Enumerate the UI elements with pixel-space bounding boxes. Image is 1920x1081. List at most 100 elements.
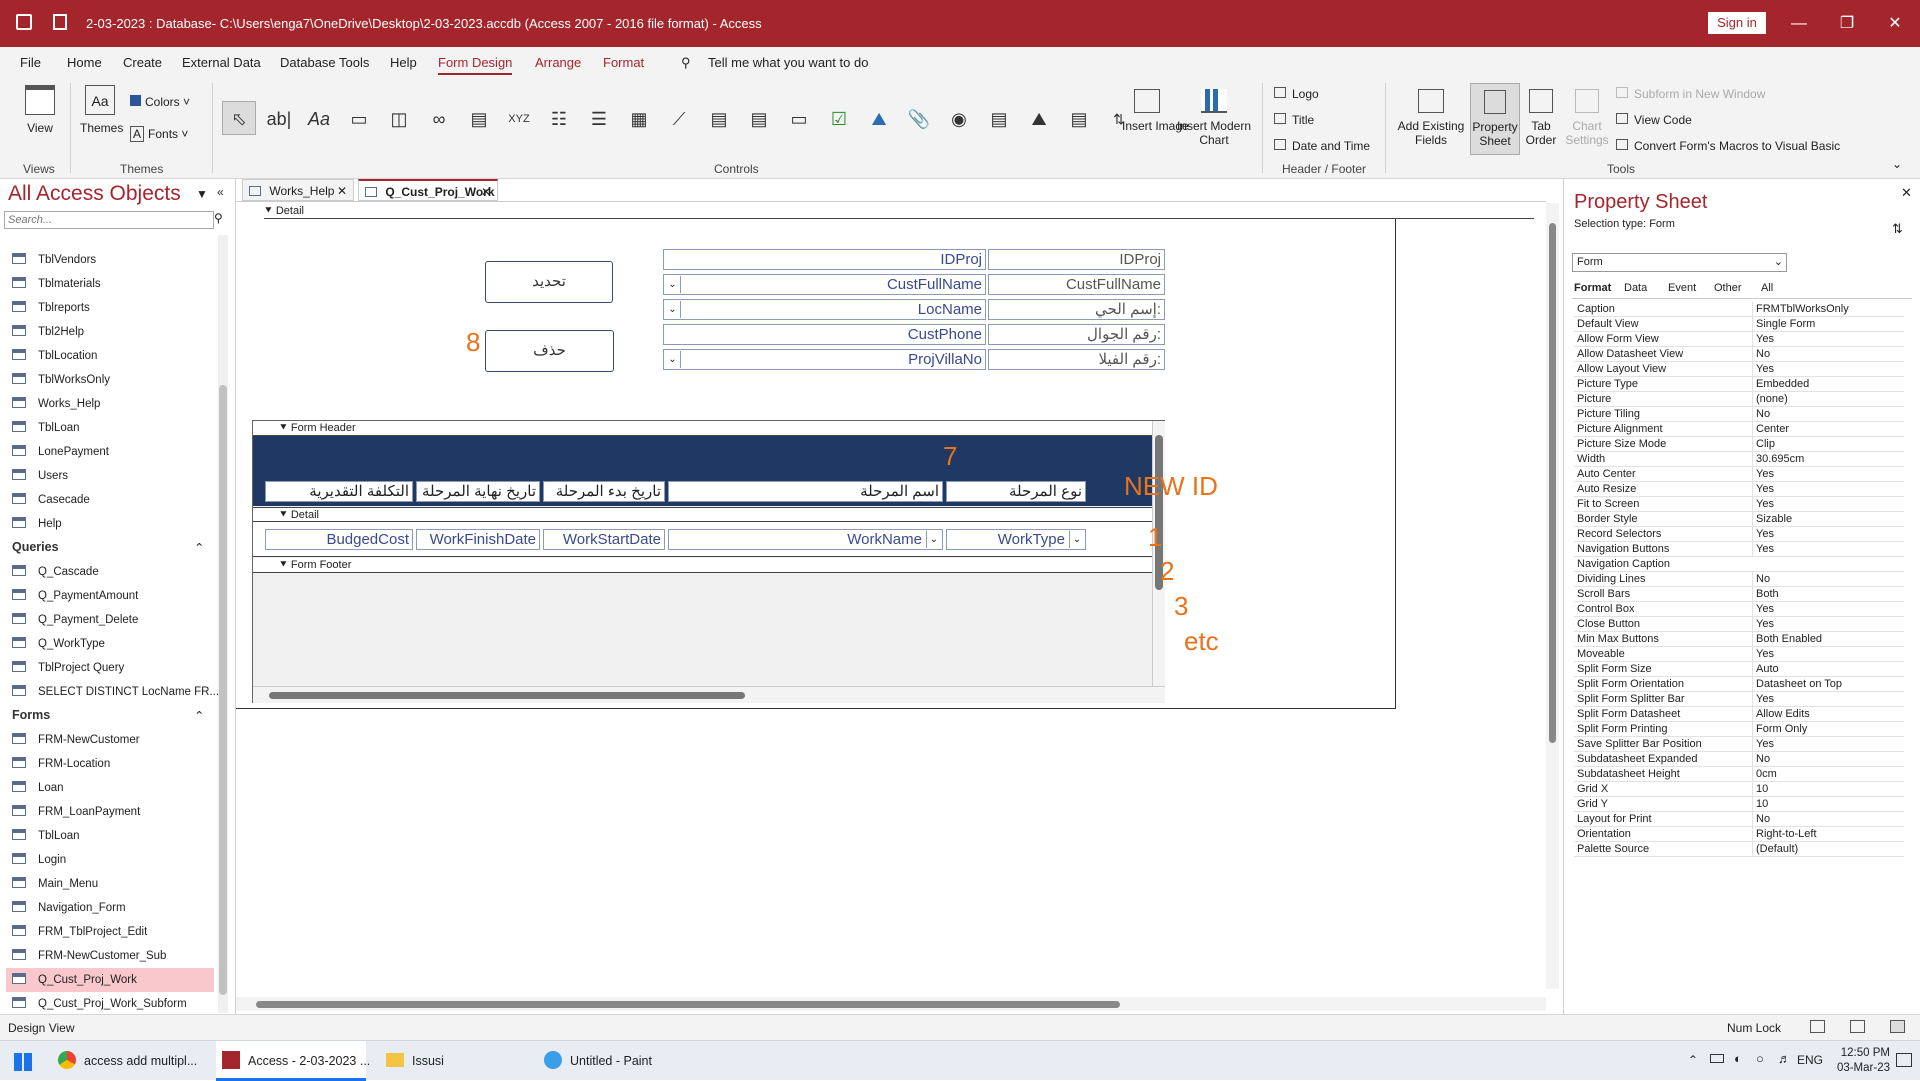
projvillano-label[interactable]: رقم الفيلا:: [988, 349, 1165, 370]
shutter-bar-icon[interactable]: «: [217, 185, 224, 199]
battery-icon[interactable]: [1710, 1054, 1724, 1063]
nav-table-item[interactable]: TblLoan: [12, 416, 212, 440]
combo-dropdown-icon[interactable]: ⌄: [665, 351, 681, 368]
property-value[interactable]: No: [1752, 752, 1902, 767]
sub-detail-bar[interactable]: ⯆ Detail: [253, 507, 1152, 522]
property-row[interactable]: Picture Tiling No: [1574, 407, 1904, 422]
nav-pane-title[interactable]: All Access Objects: [8, 182, 181, 206]
globe-icon[interactable]: ○: [1756, 1051, 1764, 1066]
worktype-field[interactable]: WorkType: [946, 529, 1086, 550]
nav-form-item[interactable]: Login: [12, 848, 212, 872]
unbound-object-icon[interactable]: ▤: [1062, 101, 1096, 135]
custfullname-field[interactable]: CustFullName: [663, 274, 986, 295]
menu-form-design[interactable]: Form Design: [438, 55, 513, 75]
locname-field[interactable]: LocName: [663, 299, 986, 320]
property-value[interactable]: Yes: [1752, 527, 1902, 542]
maximize-button[interactable]: ❐: [1824, 10, 1870, 38]
chart-control-icon[interactable]: ⛰: [1022, 101, 1056, 135]
search-icon[interactable]: ⚲: [214, 211, 223, 225]
phase-type-header[interactable]: نوع المرحلة: [946, 481, 1086, 502]
hyperlink-control-icon[interactable]: ∞: [422, 101, 456, 135]
workstartdate-field[interactable]: WorkStartDate: [543, 529, 665, 550]
select-pointer-icon[interactable]: ⬁: [222, 101, 256, 135]
tab-other[interactable]: Other: [1714, 282, 1742, 294]
property-row[interactable]: Split Form Printing Form Only: [1574, 722, 1904, 737]
tab-works-help[interactable]: Works_Help ✕: [242, 179, 354, 201]
nav-search-input[interactable]: [4, 211, 214, 229]
budgedcost-field[interactable]: BudgedCost: [265, 529, 413, 550]
property-value[interactable]: No: [1752, 347, 1902, 362]
property-row[interactable]: Record Selectors Yes: [1574, 527, 1904, 542]
projvillano-field[interactable]: ProjVillaNo: [663, 349, 986, 370]
property-value[interactable]: Sizable: [1752, 512, 1902, 527]
property-row[interactable]: Control Box Yes: [1574, 602, 1904, 617]
themes-button[interactable]: Aa Themes: [80, 85, 123, 135]
property-row[interactable]: Split Form Orientation Datasheet on Top: [1574, 677, 1904, 692]
estimated-cost-header[interactable]: التكلفة التقديرية: [265, 481, 413, 502]
nav-form-item[interactable]: TblLoan: [12, 824, 212, 848]
nav-form-item[interactable]: Q_Cust_Proj_Work_Subform: [12, 992, 212, 1016]
layout-view-icon[interactable]: [1850, 1020, 1865, 1033]
navigation-control-icon[interactable]: XYZ: [502, 101, 536, 135]
property-row[interactable]: Orientation Right-to-Left: [1574, 827, 1904, 842]
menu-create[interactable]: Create: [123, 55, 162, 70]
tab-event[interactable]: Event: [1668, 282, 1696, 294]
collapse-section-icon[interactable]: ⌃: [194, 708, 204, 723]
doc-vscrollbar[interactable]: [1546, 203, 1559, 989]
property-row[interactable]: Allow Layout View Yes: [1574, 362, 1904, 377]
menu-arrange[interactable]: Arrange: [535, 55, 581, 70]
property-row[interactable]: Picture Alignment Center: [1574, 422, 1904, 437]
taskbar-access[interactable]: Access - 2-03-2023 ...: [216, 1041, 370, 1081]
property-row[interactable]: Picture (none): [1574, 392, 1904, 407]
property-row[interactable]: Auto Resize Yes: [1574, 482, 1904, 497]
property-row[interactable]: Moveable Yes: [1574, 647, 1904, 662]
combo-dropdown-icon[interactable]: ⌄: [1069, 531, 1084, 548]
property-row[interactable]: Palette Source (Default): [1574, 842, 1904, 857]
property-row[interactable]: Caption FRMTblWorksOnly: [1574, 302, 1904, 317]
selector-dropdown[interactable]: Form ⌄: [1572, 253, 1787, 272]
subform-hscrollbar[interactable]: [253, 686, 1165, 703]
property-value[interactable]: FRMTblWorksOnly: [1752, 302, 1902, 317]
doc-vscroll-thumb[interactable]: [1549, 223, 1556, 743]
textbox-control-icon[interactable]: ab|: [262, 101, 296, 135]
nav-table-item[interactable]: LonePayment: [12, 440, 212, 464]
property-value[interactable]: Yes: [1752, 617, 1902, 632]
view-button[interactable]: View: [22, 85, 58, 135]
property-row[interactable]: Allow Form View Yes: [1574, 332, 1904, 347]
property-row[interactable]: Dividing Lines No: [1574, 572, 1904, 587]
property-value[interactable]: (Default): [1752, 842, 1902, 857]
property-value[interactable]: 0cm: [1752, 767, 1902, 782]
phase-end-header[interactable]: تاريخ نهاية المرحلة: [416, 481, 540, 502]
nav-form-item[interactable]: Main_Menu: [12, 872, 212, 896]
nav-table-item[interactable]: TblVendors: [12, 248, 212, 272]
page-break-icon[interactable]: ☰: [582, 101, 616, 135]
property-row[interactable]: Split Form Datasheet Allow Edits: [1574, 707, 1904, 722]
property-row[interactable]: Min Max Buttons Both Enabled: [1574, 632, 1904, 647]
tab-control-icon[interactable]: ◫: [382, 101, 416, 135]
property-value[interactable]: Embedded: [1752, 377, 1902, 392]
property-row[interactable]: Save Splitter Bar Position Yes: [1574, 737, 1904, 752]
sort-icon[interactable]: ⇅: [1892, 221, 1903, 237]
date-time-button[interactable]: Date and Time: [1274, 139, 1370, 153]
phase-name-header[interactable]: اسم المرحلة: [668, 481, 943, 502]
locname-label[interactable]: إسم الحي:: [988, 299, 1165, 320]
workfinishdate-field[interactable]: WorkFinishDate: [416, 529, 540, 550]
nav-table-item[interactable]: Casecade: [12, 488, 212, 512]
nav-form-item[interactable]: FRM-NewCustomer: [12, 728, 212, 752]
label-control-icon[interactable]: Aa: [302, 101, 336, 135]
select-button[interactable]: تحديد: [485, 261, 613, 303]
list-box-icon[interactable]: ▤: [742, 101, 776, 135]
property-row[interactable]: Navigation Buttons Yes: [1574, 542, 1904, 557]
property-row[interactable]: Border Style Sizable: [1574, 512, 1904, 527]
minimize-button[interactable]: —: [1776, 10, 1822, 38]
property-row[interactable]: Navigation Caption: [1574, 557, 1904, 572]
detail-section-bar[interactable]: ⯆ Detail: [264, 204, 1534, 219]
property-value[interactable]: No: [1752, 407, 1902, 422]
close-tab-icon[interactable]: ✕: [481, 181, 491, 203]
nav-query-item[interactable]: TblProject Query: [12, 656, 212, 680]
combo-dropdown-icon[interactable]: ⌄: [665, 301, 681, 318]
view-code-button[interactable]: View Code: [1616, 113, 1692, 127]
nav-form-item[interactable]: FRM_LoanPayment: [12, 800, 212, 824]
property-value[interactable]: Single Form: [1752, 317, 1902, 332]
access-app-icon[interactable]: [16, 14, 32, 30]
